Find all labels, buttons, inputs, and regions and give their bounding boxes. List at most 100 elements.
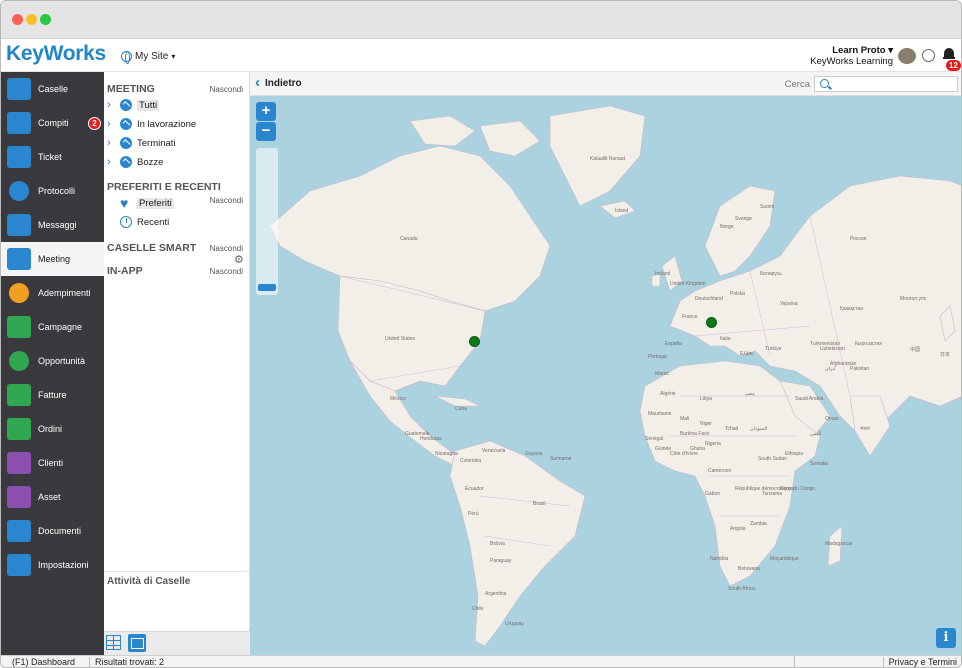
tree-item-bozze[interactable]: › Bozze xyxy=(107,154,163,170)
zoom-slider[interactable] xyxy=(256,148,278,295)
map-place-label: 中国 xyxy=(910,347,921,353)
map-place-label: Sverige xyxy=(735,216,752,222)
sidebar-item-clienti[interactable]: Clienti xyxy=(1,446,104,480)
sidebar-item-campagne[interactable]: Campagne xyxy=(1,310,104,344)
close-window-button[interactable] xyxy=(12,14,23,25)
tasks-icon xyxy=(7,112,31,134)
privacy-link[interactable]: Privacy e Termini xyxy=(882,657,957,667)
sidebar-item-meeting[interactable]: Meeting xyxy=(1,242,104,276)
tree-item-recenti[interactable]: Recenti xyxy=(120,214,169,230)
map-marker[interactable] xyxy=(469,336,480,347)
tree-item-in-lavorazione[interactable]: › In lavorazione xyxy=(107,116,196,132)
asset-icon xyxy=(7,486,31,508)
sidebar-item-messaggi[interactable]: Messaggi xyxy=(1,208,104,242)
dashboard-shortcut[interactable]: (F1) Dashboard xyxy=(12,657,75,667)
map-place-label: Россия xyxy=(850,236,867,242)
sidebar-item-label: Asset xyxy=(38,492,61,502)
zoom-out-button[interactable]: − xyxy=(256,122,276,141)
cart-icon xyxy=(7,418,31,440)
sidebar-item-label: Protocolli xyxy=(38,186,76,196)
tree-item-tutti[interactable]: › Tutti xyxy=(107,97,160,113)
map-place-label: اليمن xyxy=(810,431,822,437)
sidebar-item-label: Campagne xyxy=(38,322,83,332)
map-toolbar: ‹ Indietro Cerca xyxy=(250,72,961,96)
world-map[interactable]: Canada United States México Colombia Perú Bra… xyxy=(250,96,961,655)
map-place-label: Nicaragua xyxy=(435,451,458,457)
map-marker[interactable] xyxy=(706,317,717,328)
sidebar-item-compiti[interactable]: Compiti 2 xyxy=(1,106,104,140)
favorites-hide-link[interactable]: Nascondi xyxy=(210,196,243,205)
map-place-label: 日本 xyxy=(940,352,951,358)
tree-item-terminati[interactable]: › Terminati xyxy=(107,135,176,151)
sidebar-item-adempimenti[interactable]: Adempimenti xyxy=(1,276,104,310)
zoom-slider-handle[interactable] xyxy=(258,284,276,291)
avatar[interactable] xyxy=(898,48,916,64)
invoice-icon xyxy=(7,384,31,406)
compliance-icon xyxy=(9,283,29,303)
smart-hide-link[interactable]: Nascondi xyxy=(210,244,243,253)
maximize-window-button[interactable] xyxy=(40,14,51,25)
chevron-right-icon[interactable]: › xyxy=(107,156,116,167)
table-view-icon[interactable] xyxy=(106,635,121,650)
back-label: Indietro xyxy=(265,77,302,89)
site-selector[interactable]: My Site ▾ xyxy=(121,51,175,64)
map-place-label: Angola xyxy=(730,526,746,532)
back-button[interactable]: ‹ Indietro xyxy=(255,75,302,90)
zoom-in-button[interactable]: + xyxy=(256,102,276,121)
map-place-label: Gabon xyxy=(705,491,721,497)
chevron-right-icon[interactable]: › xyxy=(107,118,116,129)
meeting-icon xyxy=(120,118,132,130)
map-place-label: Canada xyxy=(400,236,418,242)
map-place-label: Portugal xyxy=(648,354,667,360)
clock-icon xyxy=(120,216,132,228)
chevron-right-icon[interactable]: › xyxy=(107,137,116,148)
sidebar-item-documenti[interactable]: Documenti xyxy=(1,514,104,548)
map-place-label: Suriname xyxy=(550,456,572,462)
inapp-hide-link[interactable]: Nascondi xyxy=(210,267,243,276)
sidebar-item-ticket[interactable]: Ticket xyxy=(1,140,104,174)
sidebar-item-label: Clienti xyxy=(38,458,64,468)
search-icon xyxy=(820,79,829,88)
sidebar-item-label: Documenti xyxy=(38,526,82,536)
user-menu[interactable]: Learn Proto ▾ KeyWorks Learning xyxy=(810,45,893,67)
map-place-label: United States xyxy=(385,336,416,342)
map-place-label: México xyxy=(390,396,406,402)
gear-icon[interactable]: ⚙ xyxy=(234,255,244,266)
notifications-badge: 12 xyxy=(946,60,961,71)
person-icon xyxy=(7,452,31,474)
sidebar-item-ordini[interactable]: Ordini xyxy=(1,412,104,446)
map-place-label: Botswana xyxy=(738,566,760,572)
keyworks-logo[interactable]: KeyWorks xyxy=(6,42,106,66)
sidebar-item-impostazioni[interactable]: Impostazioni xyxy=(1,548,104,582)
sidebar-item-label: Impostazioni xyxy=(38,560,89,570)
map-area: ‹ Indietro Cerca Canada United States Mé… xyxy=(250,72,961,655)
map-place-label: Кыргызстан xyxy=(855,341,883,347)
meeting-hide-link[interactable]: Nascondi xyxy=(210,85,243,94)
map-place-label: Polska xyxy=(730,291,746,297)
map-place-label: Guyana xyxy=(525,451,543,457)
bell-icon[interactable] xyxy=(943,47,955,61)
sidebar-item-fatture[interactable]: Fatture xyxy=(1,378,104,412)
map-place-label: Монгол улс xyxy=(900,296,927,302)
map-place-label: Paraguay xyxy=(490,558,512,564)
sidebar-item-asset[interactable]: Asset xyxy=(1,480,104,514)
info-button[interactable]: i xyxy=(936,628,956,648)
tree-item-label: Bozze xyxy=(137,156,164,168)
map-place-label: Sénégal xyxy=(645,436,664,442)
meeting-icon xyxy=(120,156,132,168)
map-view-icon[interactable] xyxy=(128,634,146,652)
status-circle-icon[interactable] xyxy=(922,49,935,62)
minimize-window-button[interactable] xyxy=(26,14,37,25)
sidebar-item-label: Caselle xyxy=(38,84,69,94)
tree-item-preferiti[interactable]: ♥ Preferiti xyxy=(120,195,174,211)
chevron-right-icon[interactable]: › xyxy=(107,99,116,110)
map-place-label: Oman xyxy=(825,416,839,422)
map-tiles xyxy=(269,105,961,647)
map-place-label: South Africa xyxy=(728,586,755,592)
map-place-label: Ethiopia xyxy=(785,451,804,457)
sidebar-item-opportunit-[interactable]: Opportunità xyxy=(1,344,104,378)
sidebar-item-caselle[interactable]: Caselle xyxy=(1,72,104,106)
sidebar-item-protocolli[interactable]: Protocolli xyxy=(1,174,104,208)
search-input[interactable] xyxy=(814,76,958,92)
sidebar-item-label: Messaggi xyxy=(38,220,77,230)
